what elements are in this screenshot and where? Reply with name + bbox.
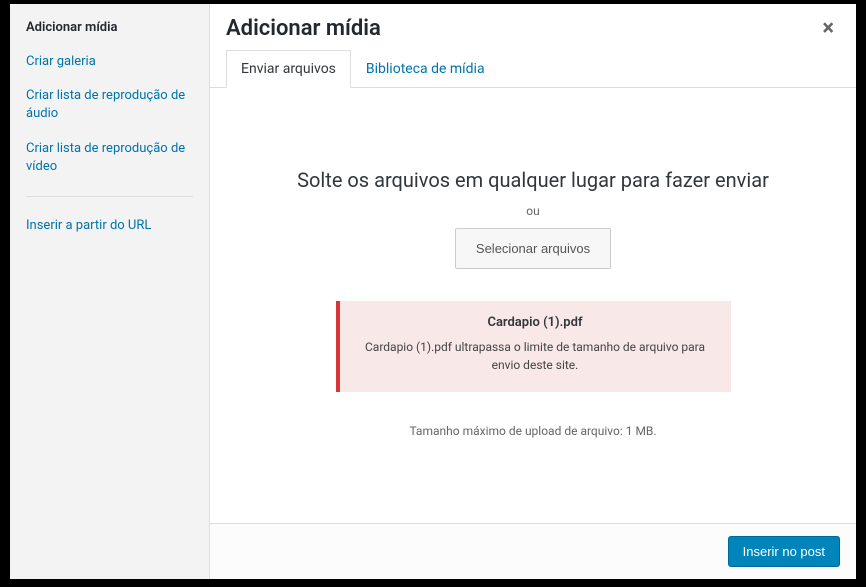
sidebar-item-label: Criar galeria [26, 54, 96, 69]
error-message: Cardapio (1).pdf ultrapassa o limite de … [356, 338, 715, 374]
tabs: Enviar arquivos Biblioteca de mídia [210, 41, 856, 88]
sidebar-item-label: Criar lista de reprodução de áudio [26, 88, 185, 121]
drop-or-text: ou [240, 204, 826, 218]
media-modal: Adicionar mídia Criar galeria Criar list… [10, 4, 856, 579]
upload-area: Solte os arquivos em qualquer lugar para… [210, 88, 856, 458]
sidebar-item-audio-playlist[interactable]: Criar lista de reprodução de áudio [10, 79, 209, 131]
sidebar-title: Adicionar mídia [10, 20, 209, 45]
error-filename: Cardapio (1).pdf [356, 315, 715, 330]
sidebar-item-insert-url[interactable]: Inserir a partir do URL [10, 209, 209, 243]
tab-media-library[interactable]: Biblioteca de mídia [351, 50, 500, 88]
insert-post-button[interactable]: Inserir no post [728, 536, 840, 567]
drop-instruction: Solte os arquivos em qualquer lugar para… [240, 168, 826, 192]
sidebar-item-gallery[interactable]: Criar galeria [10, 45, 209, 79]
modal-title: Adicionar mídia [226, 16, 381, 41]
content-scroll[interactable]: Solte os arquivos em qualquer lugar para… [210, 88, 856, 523]
sidebar-item-label: Inserir a partir do URL [26, 218, 151, 233]
sidebar-separator [26, 196, 193, 197]
sidebar: Adicionar mídia Criar galeria Criar list… [10, 4, 210, 579]
select-files-button[interactable]: Selecionar arquivos [455, 228, 611, 269]
upload-error: Cardapio (1).pdf Cardapio (1).pdf ultrap… [336, 301, 731, 392]
sidebar-item-video-playlist[interactable]: Criar lista de reprodução de vídeo [10, 132, 209, 184]
sidebar-item-label: Criar lista de reprodução de vídeo [26, 141, 185, 174]
modal-header: Adicionar mídia × [210, 4, 856, 41]
max-upload-size: Tamanho máximo de upload de arquivo: 1 M… [240, 424, 826, 438]
tab-upload[interactable]: Enviar arquivos [226, 50, 351, 88]
close-icon[interactable]: × [816, 18, 840, 40]
main-panel: Adicionar mídia × Enviar arquivos Biblio… [210, 4, 856, 579]
modal-footer: Inserir no post [210, 523, 856, 579]
